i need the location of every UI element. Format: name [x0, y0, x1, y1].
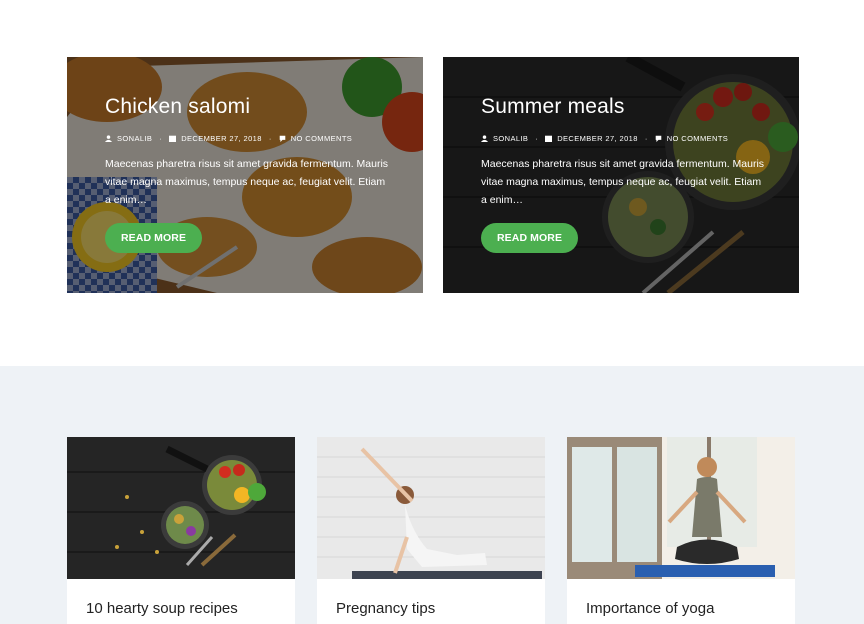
meta-author[interactable]: SONALIB	[481, 134, 528, 143]
featured-excerpt: Maecenas pharetra risus sit amet gravida…	[481, 158, 765, 206]
post-thumbnail-pregnancy	[317, 437, 545, 579]
comment-icon	[655, 135, 662, 142]
meta-separator: ·	[268, 134, 272, 143]
calendar-icon	[169, 135, 177, 142]
meta-separator: ·	[159, 134, 163, 143]
post-title[interactable]: Importance of yoga	[586, 600, 714, 617]
read-more-button[interactable]: READ MORE	[481, 223, 579, 253]
featured-content: Summer meals SONALIB · DECEMBER 27, 2018…	[481, 95, 769, 253]
featured-content: Chicken salomi SONALIB · DECEMBER 27, 20…	[105, 95, 393, 253]
read-more-button[interactable]: READ MORE	[105, 223, 203, 253]
featured-card-chicken-salomi[interactable]: Chicken salomi SONALIB · DECEMBER 27, 20…	[67, 57, 423, 293]
meta-author[interactable]: SONALIB	[105, 134, 152, 143]
page: Chicken salomi SONALIB · DECEMBER 27, 20…	[0, 0, 864, 624]
post-card-yoga[interactable]: Importance of yoga	[567, 437, 795, 624]
comments-count: NO COMMENTS	[666, 134, 729, 143]
post-date: DECEMBER 27, 2018	[557, 134, 638, 143]
calendar-icon	[545, 135, 553, 142]
meta-separator: ·	[535, 134, 539, 143]
post-title[interactable]: 10 hearty soup recipes	[86, 600, 238, 617]
author-name: SONALIB	[117, 134, 153, 143]
user-icon	[105, 135, 112, 142]
post-card-pregnancy[interactable]: Pregnancy tips	[317, 437, 545, 624]
meta-comments[interactable]: NO COMMENTS	[655, 134, 728, 143]
post-meta: SONALIB · DECEMBER 27, 2018 · NO COMMENT…	[105, 134, 393, 143]
meta-comments[interactable]: NO COMMENTS	[279, 134, 352, 143]
post-thumbnail-soup	[67, 437, 295, 579]
post-title[interactable]: Pregnancy tips	[336, 600, 435, 617]
post-date: DECEMBER 27, 2018	[181, 134, 262, 143]
post-meta: SONALIB · DECEMBER 27, 2018 · NO COMMENT…	[481, 134, 769, 143]
post-thumbnail-yoga	[567, 437, 795, 579]
featured-excerpt: Maecenas pharetra risus sit amet gravida…	[105, 158, 389, 206]
featured-title[interactable]: Summer meals	[481, 95, 769, 119]
featured-card-summer-meals[interactable]: Summer meals SONALIB · DECEMBER 27, 2018…	[443, 57, 799, 293]
meta-separator: ·	[644, 134, 648, 143]
meta-date[interactable]: DECEMBER 27, 2018	[169, 134, 262, 143]
comment-icon	[279, 135, 286, 142]
author-name: SONALIB	[493, 134, 529, 143]
comments-count: NO COMMENTS	[290, 134, 353, 143]
post-card-soup[interactable]: 10 hearty soup recipes	[67, 437, 295, 624]
user-icon	[481, 135, 488, 142]
meta-date[interactable]: DECEMBER 27, 2018	[545, 134, 638, 143]
featured-title[interactable]: Chicken salomi	[105, 95, 393, 119]
